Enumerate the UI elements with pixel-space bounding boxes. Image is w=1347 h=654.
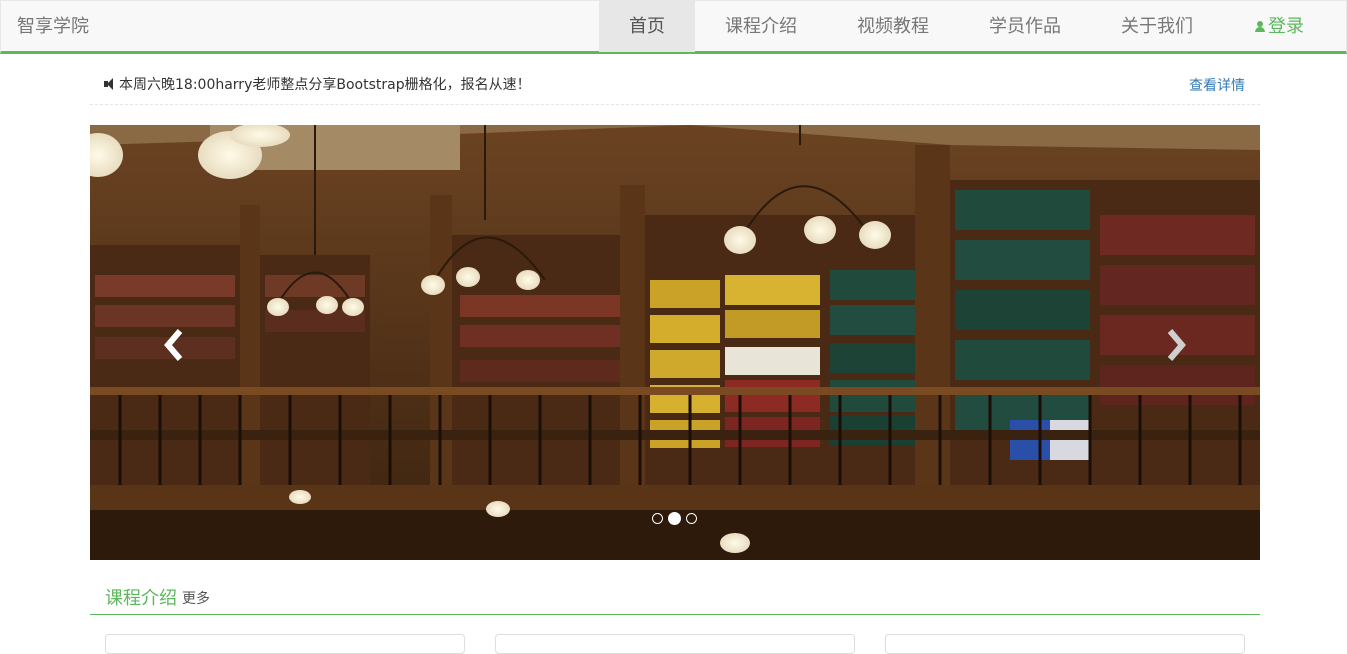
navbar: 智享学院 首页 课程介绍 视频教程 学员作品 关于我们 登录 (0, 0, 1347, 54)
notice-bar: 本周六晚18:00harry老师整点分享Bootstrap栅格化，报名从速！ 查… (90, 62, 1260, 105)
nav-item-home[interactable]: 首页 (599, 1, 695, 52)
carousel-indicator[interactable] (652, 513, 663, 524)
section-title: 课程介绍 (105, 588, 177, 609)
carousel-next-button[interactable] (1156, 315, 1196, 375)
course-card[interactable] (885, 634, 1245, 654)
main-nav: 首页 课程介绍 视频教程 学员作品 关于我们 登录 (599, 1, 1334, 52)
library-interior-image (90, 125, 1260, 560)
speaker-icon (104, 78, 118, 90)
courses-section-header: 课程介绍 更多 (90, 578, 1260, 615)
brand-logo-text[interactable]: 智享学院 (17, 1, 89, 52)
nav-item-works[interactable]: 学员作品 (959, 1, 1091, 52)
course-card[interactable] (495, 634, 855, 654)
login-button[interactable]: 登录 (1223, 1, 1334, 52)
nav-item-about[interactable]: 关于我们 (1091, 1, 1223, 52)
chevron-right-icon (1167, 329, 1186, 361)
user-icon (1255, 21, 1265, 33)
more-link[interactable]: 更多 (182, 588, 210, 608)
course-card[interactable] (105, 634, 465, 654)
login-label: 登录 (1268, 16, 1304, 37)
notice-text: 本周六晚18:00harry老师整点分享Bootstrap栅格化，报名从速！ (119, 77, 531, 93)
carousel (90, 125, 1260, 560)
carousel-prev-button[interactable] (154, 315, 194, 375)
carousel-indicator-active[interactable] (668, 512, 681, 525)
view-details-link[interactable]: 查看详情 (1189, 75, 1245, 95)
nav-item-videos[interactable]: 视频教程 (827, 1, 959, 52)
chevron-left-icon (164, 329, 183, 361)
notice-message: 本周六晚18:00harry老师整点分享Bootstrap栅格化，报名从速！ (104, 74, 531, 94)
carousel-indicators (652, 512, 697, 525)
carousel-indicator[interactable] (686, 513, 697, 524)
nav-item-courses[interactable]: 课程介绍 (695, 1, 827, 52)
